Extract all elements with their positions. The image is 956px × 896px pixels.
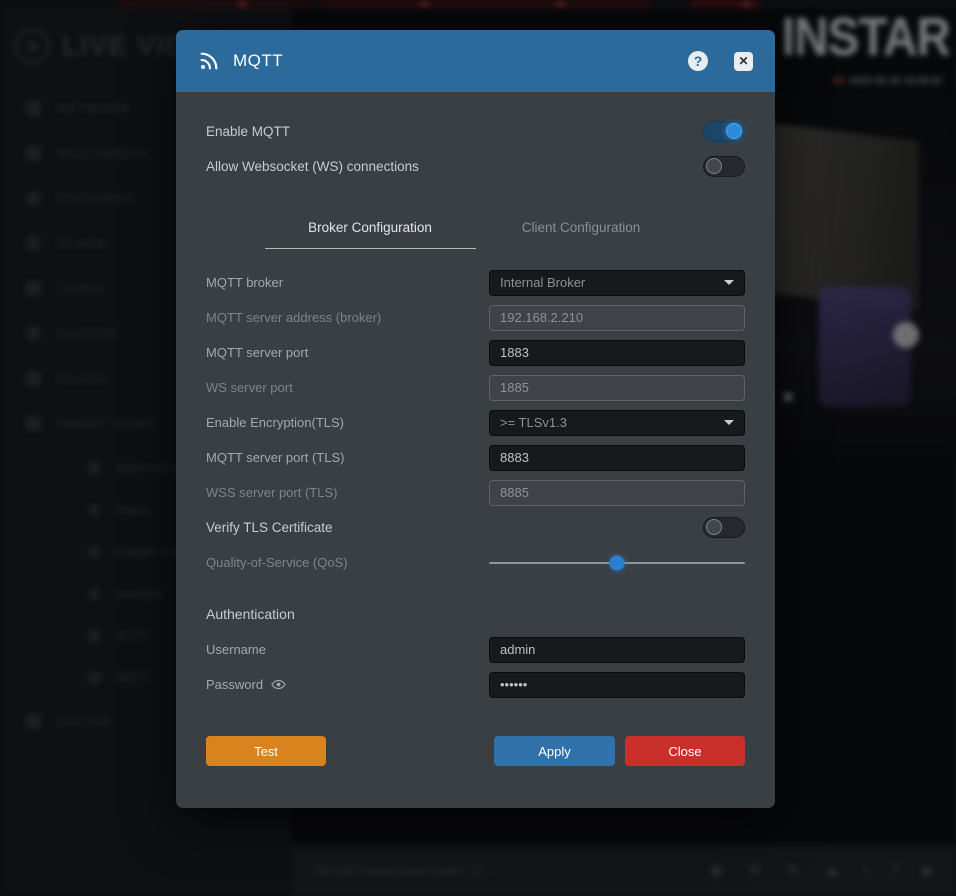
caret-down-icon	[724, 420, 734, 425]
websocket-toggle[interactable]	[703, 156, 745, 177]
modal-button-row: Test Apply Close	[206, 736, 745, 766]
tls-encryption-select[interactable]: >= TLSv1.3	[489, 410, 745, 436]
password-input[interactable]: ••••••	[489, 672, 745, 698]
close-button[interactable]: Close	[625, 736, 745, 766]
enable-mqtt-row: Enable MQTT	[206, 114, 745, 149]
toggle-knob	[706, 519, 722, 535]
username-row: Username admin	[206, 632, 745, 667]
modal-title: MQTT	[233, 51, 283, 71]
verify-tls-toggle[interactable]	[703, 517, 745, 538]
test-button[interactable]: Test	[206, 736, 326, 766]
mqtt-server-address-input: 192.168.2.210	[489, 305, 745, 331]
toggle-knob	[726, 123, 742, 139]
mqtt-server-port-row: MQTT server port 1883	[206, 335, 745, 370]
mqtt-server-address-label: MQTT server address (broker)	[206, 310, 489, 325]
config-tabs: Broker Configuration Client Configuratio…	[206, 210, 745, 249]
verify-tls-label: Verify TLS Certificate	[206, 520, 703, 535]
ws-server-port-label: WS server port	[206, 380, 489, 395]
verify-tls-row: Verify TLS Certificate	[206, 510, 745, 545]
show-password-eye-icon[interactable]	[271, 677, 286, 692]
authentication-heading: Authentication	[206, 606, 745, 622]
mqtt-server-address-row: MQTT server address (broker) 192.168.2.2…	[206, 300, 745, 335]
tls-encryption-row: Enable Encryption(TLS) >= TLSv1.3	[206, 405, 745, 440]
mqtt-modal: MQTT ? ✕ Enable MQTT Allow Websocket (WS…	[176, 30, 775, 808]
wss-tls-port-row: WSS server port (TLS) 8885	[206, 475, 745, 510]
modal-header: MQTT ? ✕	[176, 30, 775, 92]
websocket-row: Allow Websocket (WS) connections	[206, 149, 745, 184]
tls-encryption-value: >= TLSv1.3	[500, 415, 567, 430]
enable-mqtt-toggle[interactable]	[703, 121, 745, 142]
tls-encryption-label: Enable Encryption(TLS)	[206, 415, 489, 430]
help-icon[interactable]: ?	[688, 51, 708, 71]
wss-tls-port-label: WSS server port (TLS)	[206, 485, 489, 500]
qos-slider[interactable]	[489, 550, 745, 576]
mqtt-server-port-label: MQTT server port	[206, 345, 489, 360]
ws-server-port-row: WS server port 1885	[206, 370, 745, 405]
caret-down-icon	[724, 280, 734, 285]
modal-header-actions: ? ✕	[688, 51, 753, 71]
mqtt-server-port-input[interactable]: 1883	[489, 340, 745, 366]
app-screen: LIVE VIDEO NETWORK MULTIMEDIA FEATURES	[0, 0, 956, 896]
mqtt-broker-value: Internal Broker	[500, 275, 585, 290]
mqtt-tls-port-label: MQTT server port (TLS)	[206, 450, 489, 465]
qos-slider-thumb[interactable]	[610, 555, 625, 570]
toggle-knob	[706, 158, 722, 174]
wss-tls-port-input: 8885	[489, 480, 745, 506]
websocket-label: Allow Websocket (WS) connections	[206, 159, 419, 174]
mqtt-tls-port-row: MQTT server port (TLS) 8883	[206, 440, 745, 475]
ws-server-port-input: 1885	[489, 375, 745, 401]
username-input[interactable]: admin	[489, 637, 745, 663]
password-label-group: Password	[206, 677, 489, 692]
password-row: Password ••••••	[206, 667, 745, 702]
mqtt-broker-row: MQTT broker Internal Broker	[206, 265, 745, 300]
qos-row: Quality-of-Service (QoS)	[206, 545, 745, 580]
mqtt-tls-port-input[interactable]: 8883	[489, 445, 745, 471]
broadcast-icon	[198, 50, 220, 72]
username-label: Username	[206, 642, 489, 657]
modal-body: Enable MQTT Allow Websocket (WS) connect…	[176, 92, 775, 766]
apply-button[interactable]: Apply	[494, 736, 615, 766]
qos-label: Quality-of-Service (QoS)	[206, 555, 489, 570]
enable-mqtt-label: Enable MQTT	[206, 124, 290, 139]
mqtt-broker-select[interactable]: Internal Broker	[489, 270, 745, 296]
close-icon[interactable]: ✕	[734, 52, 753, 71]
tab-broker-configuration[interactable]: Broker Configuration	[265, 210, 476, 249]
tab-client-configuration[interactable]: Client Configuration	[476, 210, 687, 249]
mqtt-broker-label: MQTT broker	[206, 275, 489, 290]
password-label: Password	[206, 677, 263, 692]
